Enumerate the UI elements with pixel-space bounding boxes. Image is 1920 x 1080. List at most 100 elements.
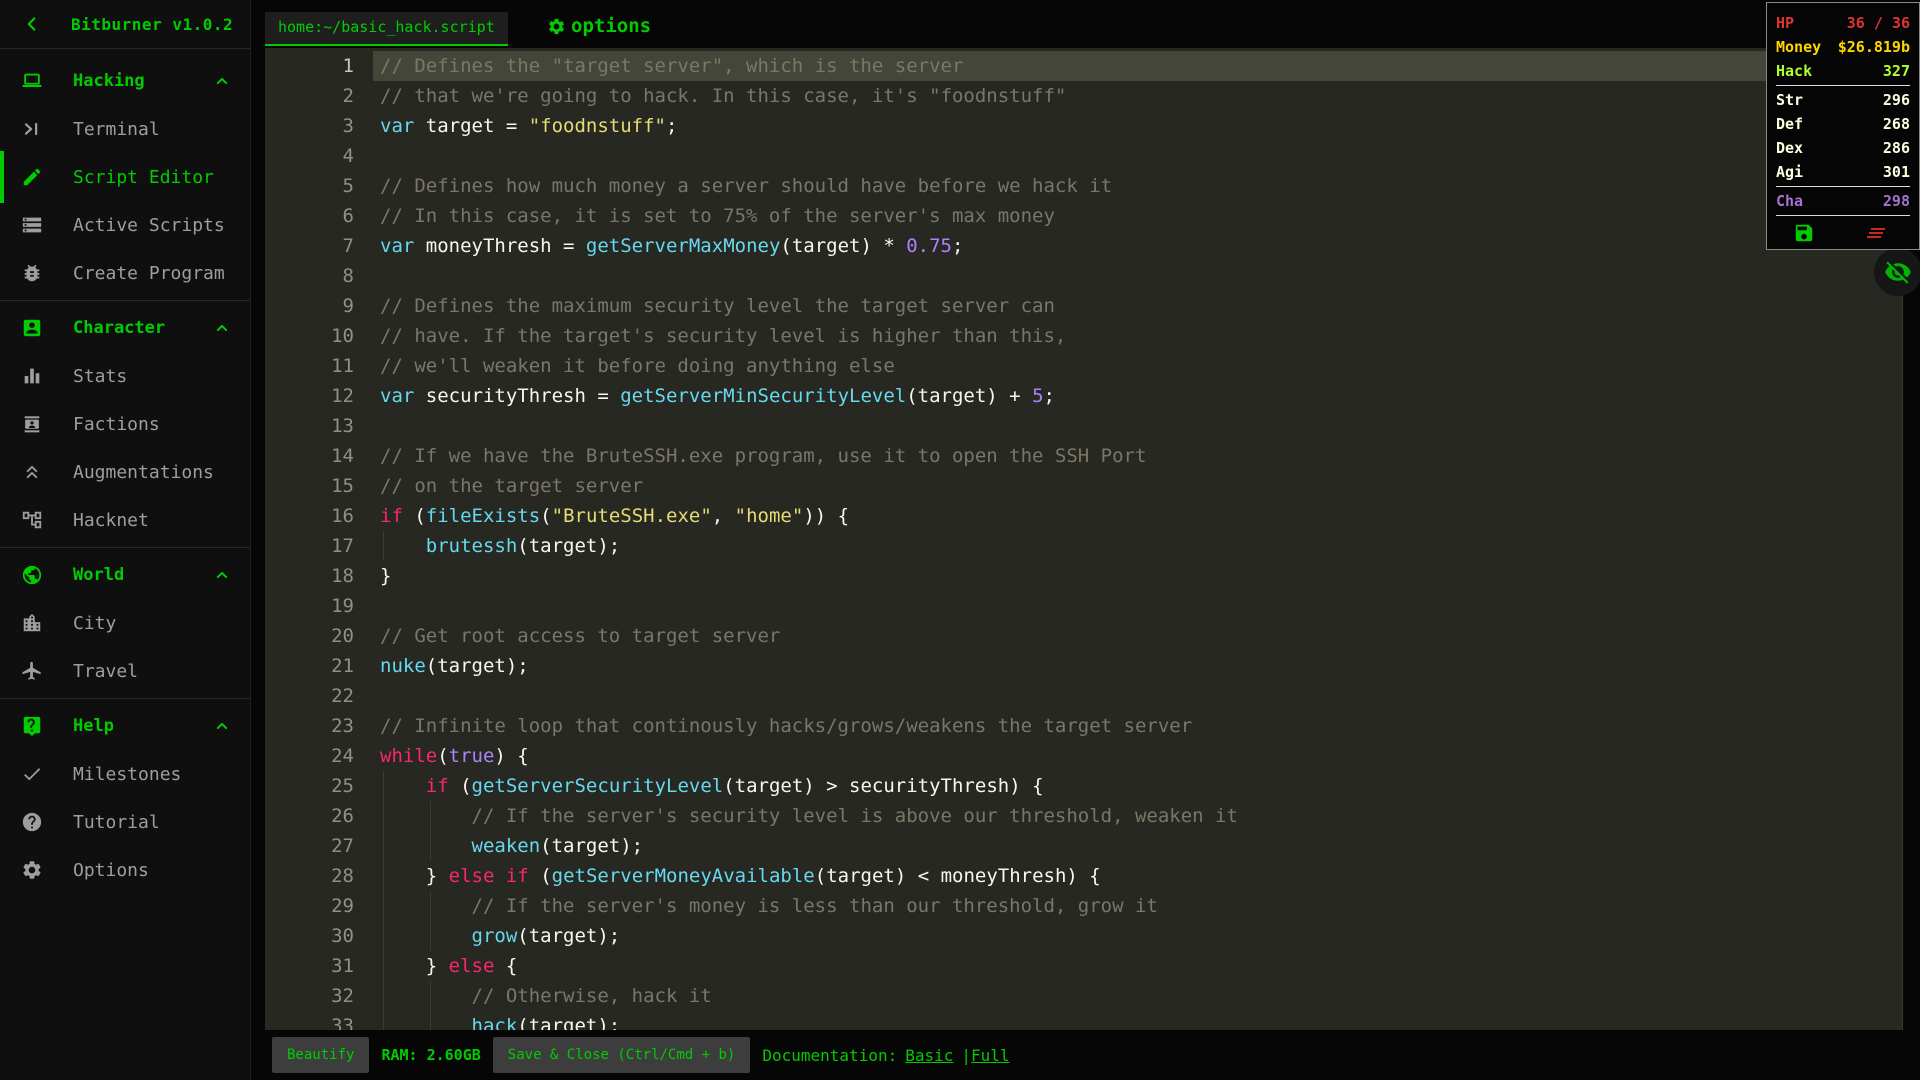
line-number: 11 [331, 355, 354, 377]
line-number: 2 [342, 85, 354, 107]
chevron-up-icon [212, 71, 232, 91]
gear-icon [547, 17, 566, 36]
beautify-button[interactable]: Beautify [272, 1037, 370, 1073]
options-button[interactable]: options [547, 15, 651, 37]
code-text: // Infinite loop that continously hacks/… [380, 715, 1193, 737]
hud-row-hp: HP 36 / 36 [1776, 11, 1910, 35]
hud-divider [1776, 186, 1910, 187]
clear-lines-icon[interactable] [1864, 221, 1888, 245]
code-text: // on the target server [380, 475, 644, 497]
save-icon[interactable] [1793, 222, 1815, 244]
line-number: 18 [331, 565, 354, 587]
sidebar-divider [0, 698, 250, 699]
line-number: 10 [331, 325, 354, 347]
code-line: 2 // that we're going to hack. In this ca… [265, 81, 1902, 111]
line-number: 13 [331, 415, 354, 437]
back-icon[interactable] [21, 13, 43, 35]
code-text: grow(target); [471, 925, 621, 947]
sidebar-section-world[interactable]: World [0, 551, 250, 599]
sidebar-section-help[interactable]: Help [0, 702, 250, 750]
line-number: 6 [342, 205, 354, 227]
sidebar-item-milestones[interactable]: Milestones [0, 750, 250, 798]
sidebar-item-tutorial[interactable]: Tutorial [0, 798, 250, 846]
sidebar-section-hacking[interactable]: Hacking [0, 57, 250, 105]
documentation-label: Documentation: [762, 1045, 898, 1065]
laptop-icon [21, 70, 43, 92]
code-line: 21 nuke(target); [265, 651, 1902, 681]
hud-label: Hack [1776, 62, 1813, 80]
app-title: Bitburner v1.0.2 [71, 14, 234, 34]
sidebar-item-active-scripts[interactable]: Active Scripts [0, 201, 250, 249]
person-badge-icon [21, 317, 43, 339]
hud-divider [1776, 85, 1910, 86]
question-circle-icon [21, 811, 43, 833]
code-text: // Otherwise, hack it [471, 985, 712, 1007]
line-number: 7 [342, 235, 354, 257]
sidebar-item-script-editor[interactable]: Script Editor [0, 151, 250, 203]
sidebar-item-label: Factions [73, 413, 160, 435]
code-text: // we'll weaken it before doing anything… [380, 355, 895, 377]
line-number: 25 [331, 775, 354, 797]
hud-row-money: Money $26.819b [1776, 35, 1910, 59]
code-line: 25 if (getServerSecurityLevel(target) > … [265, 771, 1902, 801]
check-icon [21, 763, 43, 785]
hud-value: 296 [1882, 91, 1910, 109]
code-text: // that we're going to hack. In this cas… [380, 85, 1067, 107]
line-number: 30 [331, 925, 354, 947]
code-text: // Defines how much money a server shoul… [380, 175, 1113, 197]
code-editor[interactable]: 1 // Defines the "target server", which i… [265, 48, 1903, 1030]
save-close-button[interactable]: Save & Close (Ctrl/Cmd + b) [492, 1037, 751, 1073]
code-line: 27 weaken(target); [265, 831, 1902, 861]
hud-rows: HP 36 / 36 Money $26.819b Hack 327 Str 296 Def 26… [1776, 11, 1910, 216]
scripts-icon [21, 214, 43, 236]
code-line: 30 grow(target); [265, 921, 1902, 951]
hud-value: 36 / 36 [1846, 14, 1910, 32]
contact-card-icon [21, 413, 43, 435]
hud-visibility-toggle[interactable] [1874, 248, 1920, 296]
sidebar-item-label: Script Editor [73, 166, 214, 188]
documentation-full-link[interactable]: Full [971, 1046, 1010, 1065]
sidebar-item-augmentations[interactable]: Augmentations [0, 448, 250, 496]
code-line: 17 brutessh(target); [265, 531, 1902, 561]
double-chevron-up-icon [21, 461, 43, 483]
documentation-basic-link[interactable]: Basic [905, 1046, 953, 1065]
line-number: 15 [331, 475, 354, 497]
hud-actions [1776, 221, 1910, 245]
sidebar-item-hacknet[interactable]: Hacknet [0, 496, 250, 544]
sidebar-item-options[interactable]: Options [0, 846, 250, 894]
sidebar-section-label: Hacking [73, 71, 145, 91]
sidebar-item-stats[interactable]: Stats [0, 352, 250, 400]
sidebar-item-terminal[interactable]: Terminal [0, 105, 250, 153]
line-number: 12 [331, 385, 354, 407]
code-line: 22 [265, 681, 1902, 711]
code-line: 15 // on the target server [265, 471, 1902, 501]
sidebar-item-create-program[interactable]: Create Program [0, 249, 250, 297]
line-number: 5 [342, 175, 354, 197]
code-text: var moneyThresh = getServerMaxMoney(targ… [380, 235, 964, 257]
help-bubble-icon [21, 715, 43, 737]
code-line: 6 // In this case, it is set to 75% of th… [265, 201, 1902, 231]
sidebar-item-travel[interactable]: Travel [0, 647, 250, 695]
sidebar-item-label: Stats [73, 365, 128, 387]
code-line: 28 } else if (getServerMoneyAvailable(ta… [265, 861, 1902, 891]
sidebar-item-label: Tutorial [73, 811, 160, 833]
code-line: 5 // Defines how much money a server shou… [265, 171, 1902, 201]
sidebar-item-city[interactable]: City [0, 599, 250, 647]
line-number: 32 [331, 985, 354, 1007]
hud-divider [1776, 215, 1910, 216]
sidebar-item-label: Options [73, 859, 149, 881]
hud-row-hack: Hack 327 [1776, 59, 1910, 83]
code-text: var securityThresh = getServerMinSecurit… [380, 385, 1055, 407]
terminal-icon [21, 118, 43, 140]
sidebar-item-factions[interactable]: Factions [0, 400, 250, 448]
line-number: 23 [331, 715, 354, 737]
hud-label: Cha [1776, 192, 1804, 210]
sidebar-header: Bitburner v1.0.2 [0, 0, 250, 49]
editor-tab[interactable]: home:~/basic_hack.script [265, 12, 508, 46]
hud-label: Str [1776, 91, 1804, 109]
code-text: if (getServerSecurityLevel(target) > sec… [425, 775, 1044, 797]
sidebar-section-label: World [73, 565, 125, 585]
sidebar-item-label: Create Program [73, 262, 225, 284]
code-line: 19 [265, 591, 1902, 621]
sidebar-section-character[interactable]: Character [0, 304, 250, 352]
